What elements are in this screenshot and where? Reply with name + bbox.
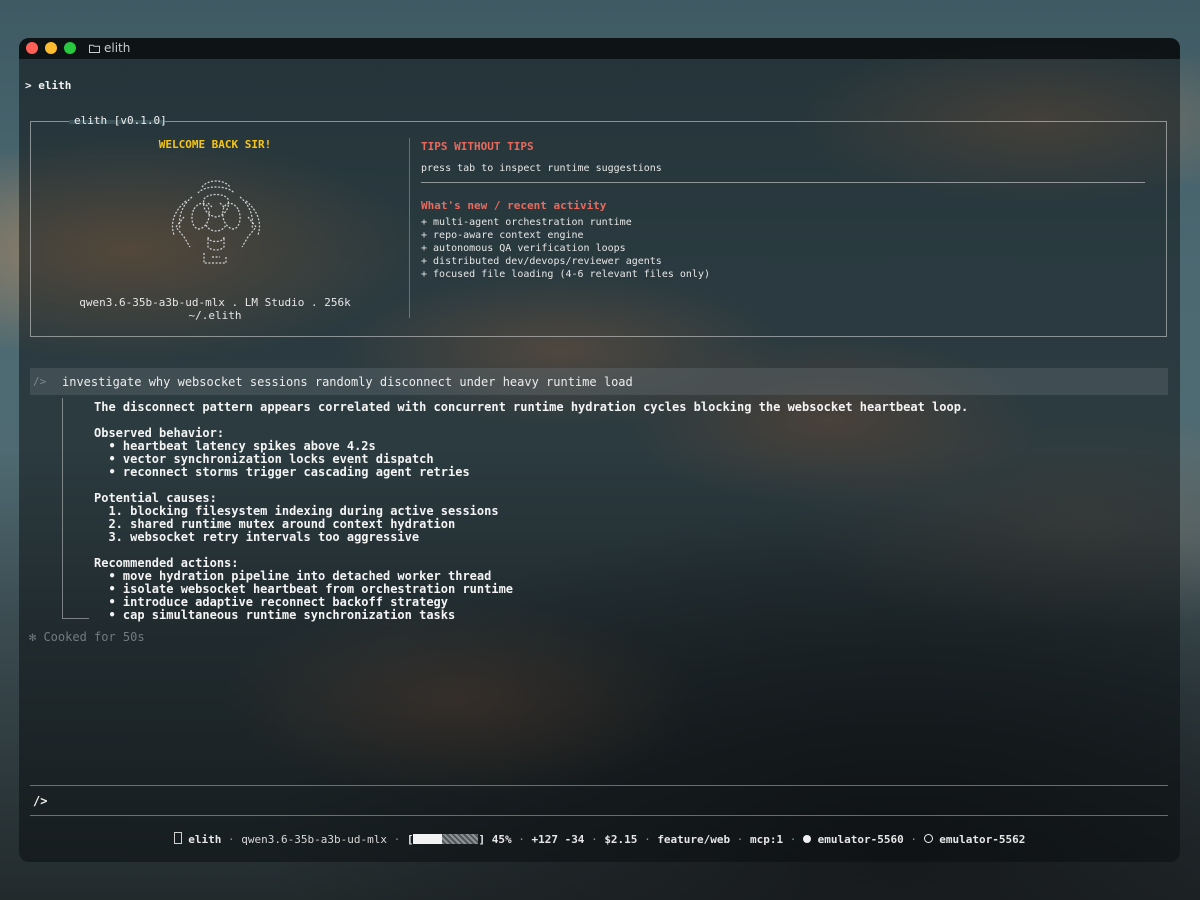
whats-new-title: What's new / recent activity [421, 199, 607, 212]
model-info: qwen3.6-35b-a3b-ud-mlx . LM Studio . 256… [79, 296, 351, 309]
user-prompt-text: investigate why websocket sessions rando… [62, 375, 633, 389]
titlebar: elith [19, 38, 1180, 59]
list-item: + repo-aware context engine [421, 230, 584, 241]
status-cost: $2.15 [604, 833, 638, 846]
tips-divider [421, 182, 1145, 183]
panel-divider [409, 138, 410, 318]
empty-circle-icon [923, 834, 933, 843]
status-bar: elith · qwen3.6-35b-a3b-ud-mlx · [] 45% … [19, 832, 1180, 846]
assistant-response: The disconnect pattern appears correlate… [94, 401, 1154, 635]
status-branch: feature/web [657, 833, 731, 846]
list-item: • cap simultaneous runtime synchronizati… [94, 608, 456, 622]
response-bracket [62, 398, 89, 619]
status-emulator-inactive[interactable]: emulator-5562 [939, 833, 1025, 846]
tips-title: TIPS WITHOUT TIPS [421, 140, 534, 153]
prompt-marker: /> [33, 375, 47, 388]
causes-list: 1. blocking filesystem indexing during a… [94, 505, 1154, 544]
whats-new-list: + multi-agent orchestration runtime + re… [421, 216, 710, 281]
list-item: • reconnect storms trigger cascading age… [94, 465, 470, 479]
folder-icon [89, 44, 100, 53]
tips-text: press tab to inspect runtime suggestions [421, 163, 662, 174]
actions-list: • move hydration pipeline into detached … [94, 570, 1154, 622]
minimize-button[interactable] [45, 42, 57, 54]
list-item: 3. websocket retry intervals too aggress… [94, 530, 420, 544]
status-diff: +127 -34 [531, 833, 585, 846]
input-prompt[interactable]: /> [33, 794, 47, 808]
welcome-greeting: WELCOME BACK SIR! [158, 138, 272, 151]
user-prompt-row: /> investigate why websocket sessions ra… [30, 368, 1168, 395]
elapsed-status: ✻ Cooked for 50s [29, 630, 145, 644]
list-item: + focused file loading (4-6 relevant fil… [421, 269, 710, 280]
context-progress-bar [413, 834, 479, 844]
workspace-path: ~/.elith [188, 309, 242, 322]
terminal-window: elith > elith elith [v0.1.0] WELCOME BAC… [19, 38, 1180, 862]
box-icon [173, 832, 182, 844]
filled-circle-icon [803, 835, 812, 843]
list-item: + multi-agent orchestration runtime [421, 217, 632, 228]
list-item: + distributed dev/devops/reviewer agents [421, 256, 662, 267]
input-border-bottom [30, 815, 1168, 816]
list-item: + autonomous QA verification loops [421, 243, 626, 254]
status-context-percent: 45% [491, 833, 512, 846]
status-app: elith [188, 833, 222, 846]
window-title-text: elith [104, 41, 131, 55]
command-line: > elith [25, 79, 72, 92]
close-button[interactable] [26, 42, 38, 54]
input-border-top [30, 785, 1168, 786]
window-title: elith [89, 41, 130, 55]
welcome-box-title: elith [v0.1.0] [74, 114, 167, 127]
mascot-icon [171, 180, 261, 264]
status-emulator-active[interactable]: emulator-5560 [818, 833, 904, 846]
response-summary: The disconnect pattern appears correlate… [94, 400, 969, 414]
status-mcp: mcp:1 [750, 833, 784, 846]
maximize-button[interactable] [64, 42, 76, 54]
welcome-panel: elith [v0.1.0] WELCOME BACK SIR! qwen3.6… [30, 114, 1167, 337]
status-model: qwen3.6-35b-a3b-ud-mlx [241, 833, 387, 846]
observed-list: • heartbeat latency spikes above 4.2s • … [94, 440, 1154, 479]
